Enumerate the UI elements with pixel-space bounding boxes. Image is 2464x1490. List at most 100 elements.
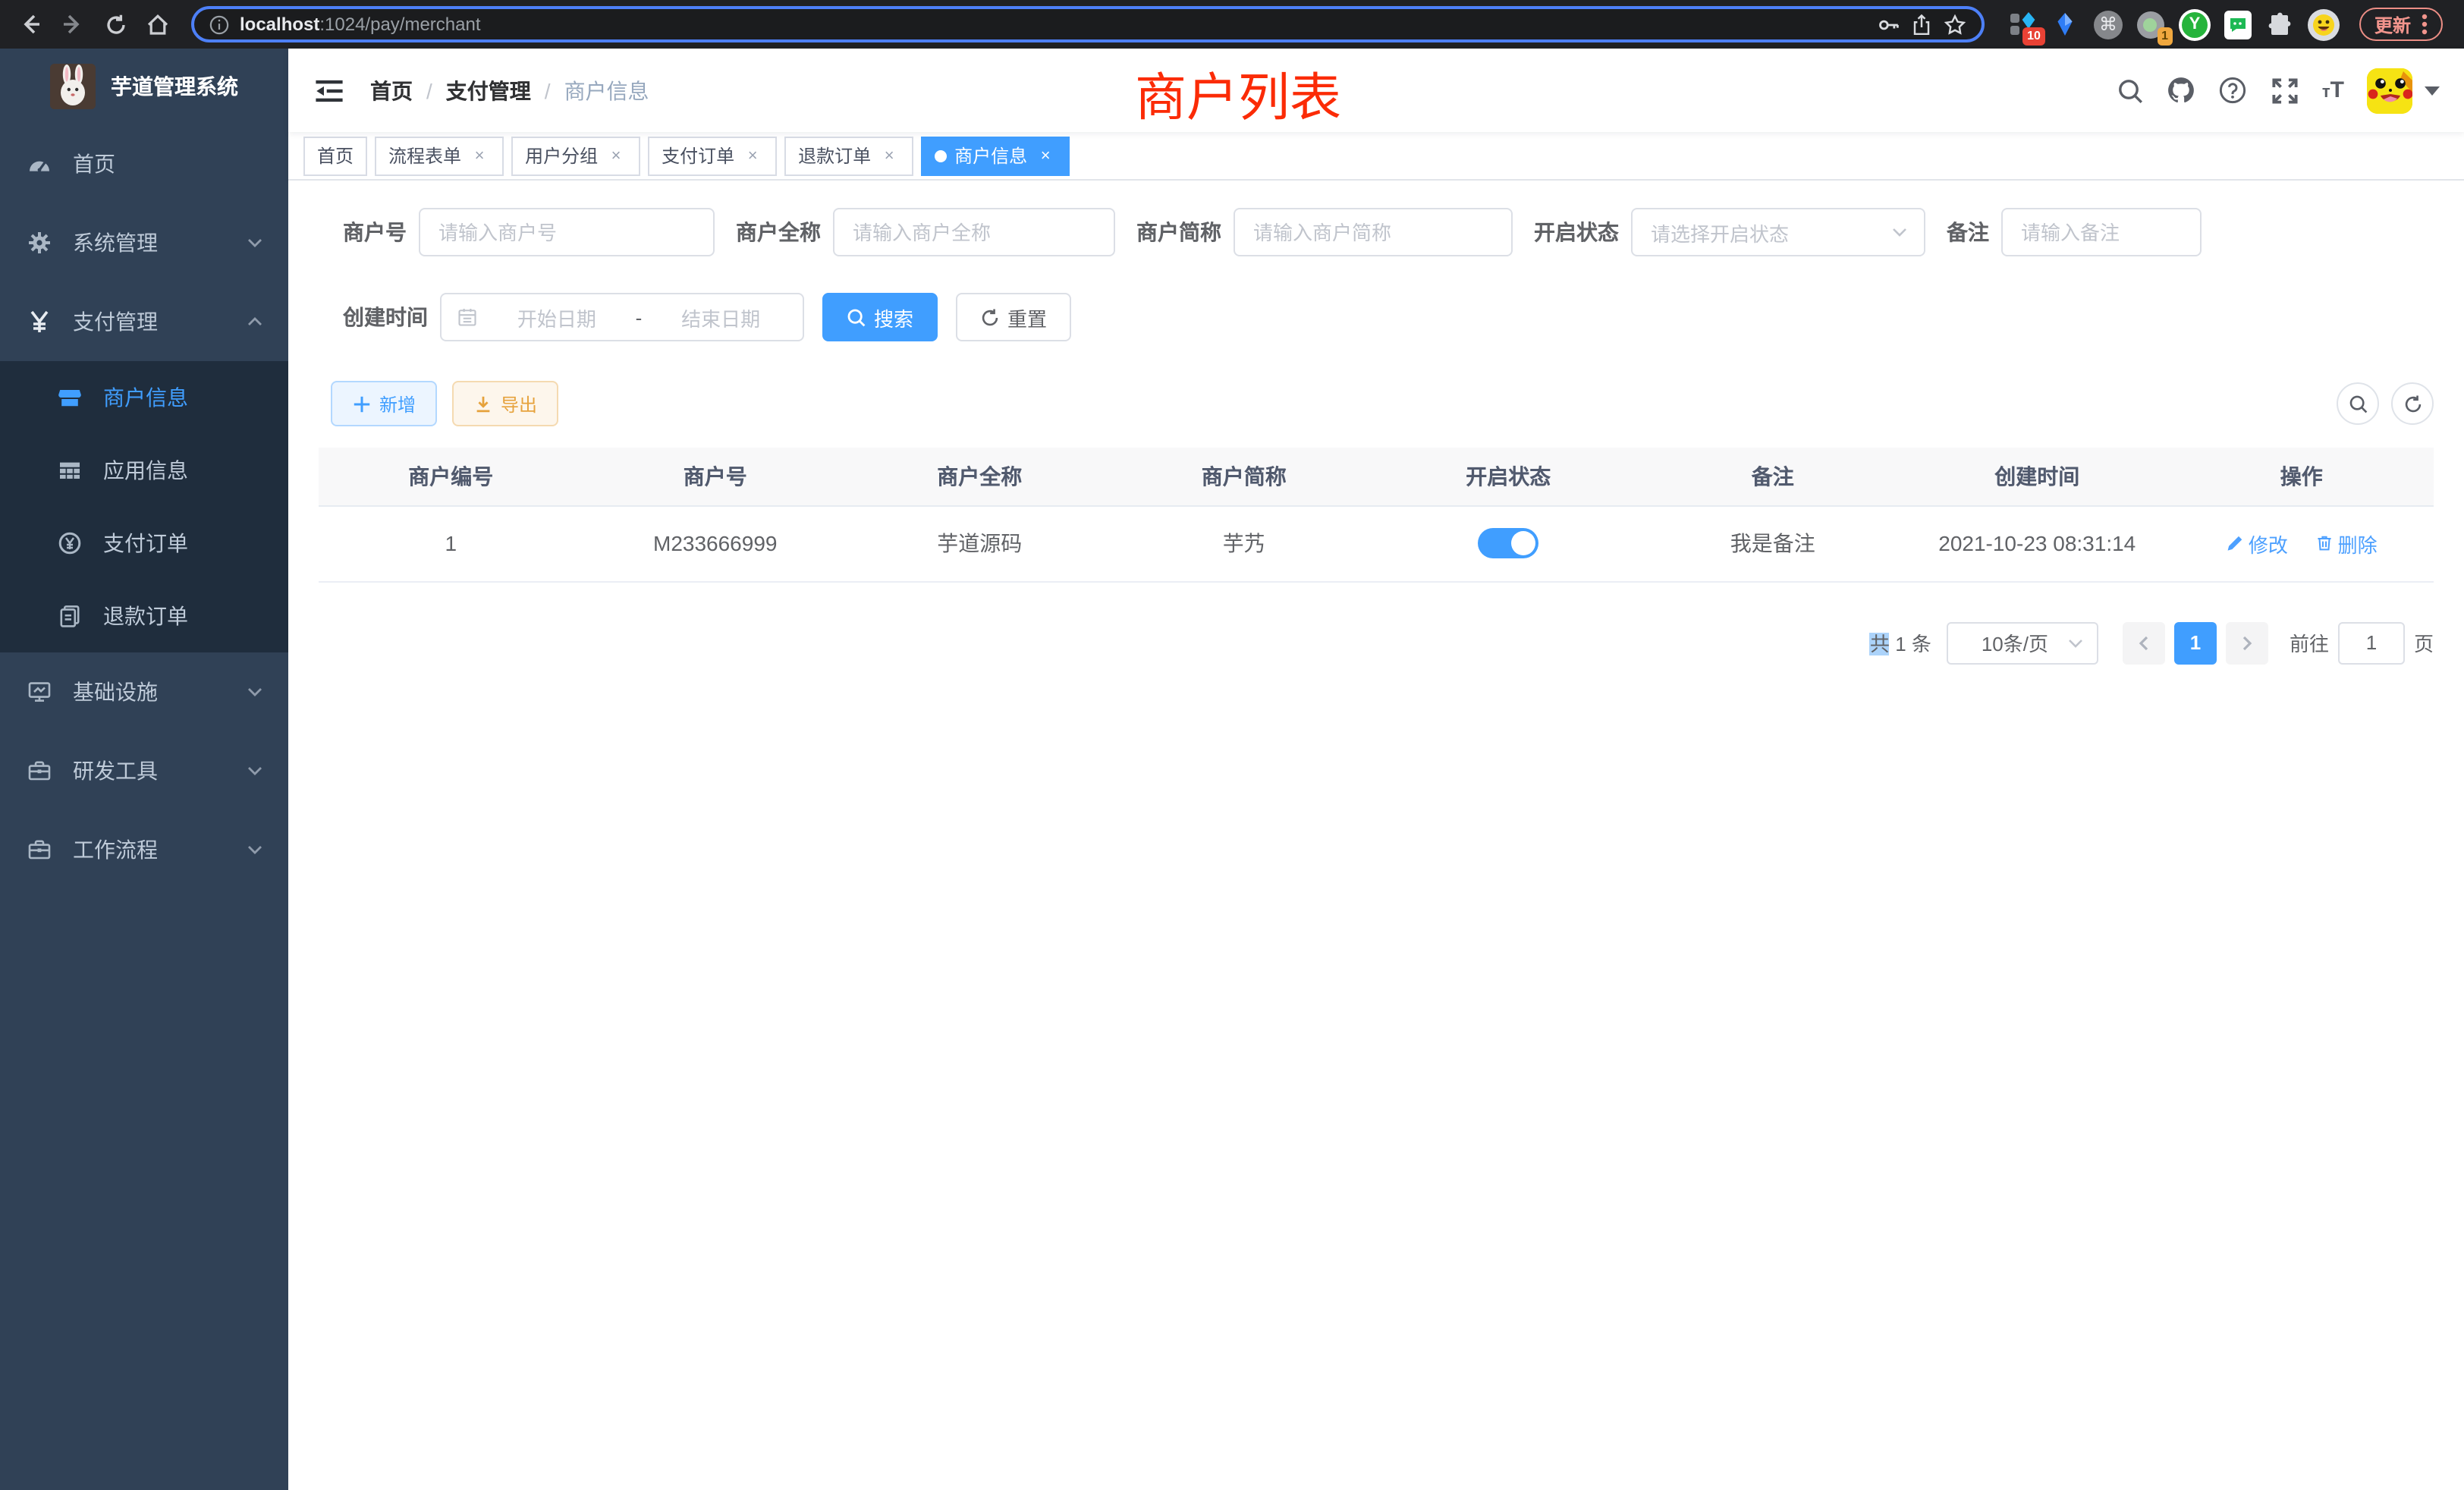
sidebar-item-label: 基础设施: [73, 677, 158, 707]
page-number-1[interactable]: 1: [2174, 621, 2217, 664]
app-logo[interactable]: 芋道管理系统: [0, 49, 288, 124]
date-range-picker[interactable]: 开始日期 - 结束日期: [440, 293, 804, 341]
sidebar-item-pay-orders[interactable]: 支付订单: [0, 507, 288, 580]
browser-update-button[interactable]: 更新: [2359, 8, 2443, 41]
filter-short-name: 商户简称: [1136, 208, 1513, 256]
tab-home[interactable]: 首页: [303, 136, 367, 175]
sidebar-item-label: 工作流程: [73, 835, 158, 865]
content: 商户号 商户全称 商户简称 开启状态 请选择开启状态: [288, 181, 2464, 1490]
header-search-icon[interactable]: [2116, 76, 2145, 105]
export-button[interactable]: 导出: [452, 381, 558, 426]
chevron-down-icon: [2066, 633, 2085, 652]
caret-down-icon: [2425, 86, 2440, 95]
search-button[interactable]: 搜索: [822, 293, 938, 341]
sidebar-item-dev-tools[interactable]: 研发工具: [0, 731, 288, 810]
tab-label: 流程表单: [388, 143, 461, 168]
user-menu[interactable]: [2367, 68, 2440, 113]
refresh-table-button[interactable]: [2391, 382, 2434, 425]
toggle-search-button[interactable]: [2337, 382, 2379, 425]
browser-home-button[interactable]: [140, 6, 176, 42]
sidebar-item-system[interactable]: 系统管理: [0, 203, 288, 282]
tab-pay-orders[interactable]: 支付订单 ×: [648, 136, 777, 175]
ext-kite-icon[interactable]: [2051, 10, 2080, 39]
merchant-no-input[interactable]: [419, 208, 715, 256]
edit-link[interactable]: 修改: [2226, 529, 2288, 558]
briefcase-icon: [27, 838, 52, 862]
close-icon[interactable]: ×: [1035, 145, 1056, 166]
sidebar-item-label: 退款订单: [103, 601, 188, 631]
delete-link[interactable]: 删除: [2315, 529, 2378, 558]
sidebar-item-app-info[interactable]: 应用信息: [0, 434, 288, 507]
sidebar-item-merchant-info[interactable]: 商户信息: [0, 361, 288, 434]
status-select[interactable]: 请选择开启状态: [1631, 208, 1925, 256]
tab-merchant-info[interactable]: 商户信息 ×: [921, 136, 1070, 175]
sidebar-item-infrastructure[interactable]: 基础设施: [0, 652, 288, 731]
field-label: 开启状态: [1534, 217, 1619, 247]
sidebar-item-home[interactable]: 首页: [0, 124, 288, 203]
site-info-icon[interactable]: [209, 14, 229, 34]
update-label: 更新: [2374, 11, 2411, 37]
filter-row-1: 商户号 商户全称 商户简称 开启状态 请选择开启状态: [319, 208, 2434, 256]
total-prefix: 共: [1870, 633, 1890, 655]
breadcrumb-payment[interactable]: 支付管理: [446, 75, 531, 105]
docs-question-icon[interactable]: [2219, 76, 2248, 105]
bookmark-star-icon[interactable]: [1944, 13, 1966, 36]
chevron-down-icon: [246, 234, 264, 252]
password-key-icon[interactable]: [1877, 13, 1900, 36]
browser-forward-button[interactable]: [55, 6, 91, 42]
sidebar-fold-icon[interactable]: [313, 74, 346, 107]
page-size-select[interactable]: 10条/页: [1947, 621, 2098, 664]
cell-merchant-no: M233666999: [583, 505, 848, 581]
fullscreen-icon[interactable]: [2271, 76, 2299, 105]
toolbar-right: [2337, 382, 2434, 425]
export-button-label: 导出: [501, 391, 537, 417]
browser-back-button[interactable]: [12, 6, 49, 42]
url-host: localhost: [240, 14, 319, 35]
ext-bookmark-manager-icon[interactable]: 10: [2009, 10, 2038, 39]
ext-y-green-icon[interactable]: Y: [2179, 8, 2211, 40]
address-bar[interactable]: localhost:1024/pay/merchant: [191, 6, 1985, 42]
tab-refund-orders[interactable]: 退款订单 ×: [784, 136, 913, 175]
close-icon[interactable]: ×: [605, 145, 627, 166]
add-button-label: 新增: [379, 391, 416, 417]
breadcrumb-home[interactable]: 首页: [370, 75, 413, 105]
status-toggle[interactable]: [1478, 528, 1538, 558]
gear-icon: [27, 231, 52, 255]
cell-actions: 修改 删除: [2170, 505, 2434, 581]
sidebar-item-workflow[interactable]: 工作流程: [0, 810, 288, 889]
tab-process-form[interactable]: 流程表单 ×: [375, 136, 504, 175]
navbar-actions: тT: [2116, 68, 2440, 113]
refund-doc-icon: [58, 604, 82, 628]
github-icon[interactable]: [2167, 76, 2196, 105]
short-name-input[interactable]: [1234, 208, 1513, 256]
ext-badge: 10: [2022, 27, 2045, 45]
close-icon[interactable]: ×: [742, 145, 763, 166]
ext-status-icon[interactable]: 1: [2136, 10, 2165, 39]
sidebar-item-refund-orders[interactable]: 退款订单: [0, 580, 288, 652]
filter-status: 开启状态 请选择开启状态: [1534, 208, 1925, 256]
page-jumper: 前往 页: [2290, 621, 2434, 664]
font-size-icon[interactable]: тT: [2322, 77, 2344, 103]
next-page-button[interactable]: [2226, 621, 2268, 664]
goto-page-input[interactable]: [2338, 621, 2405, 664]
col-status: 开启状态: [1376, 448, 1641, 505]
prev-page-button[interactable]: [2123, 621, 2165, 664]
browser-reload-button[interactable]: [97, 6, 134, 42]
pagination-total: 共 1 条: [1870, 628, 1931, 657]
remark-input[interactable]: [2001, 208, 2202, 256]
reset-button[interactable]: 重置: [956, 293, 1071, 341]
ext-command-icon[interactable]: ⌘: [2094, 10, 2123, 39]
add-button[interactable]: 新增: [331, 381, 437, 426]
chevron-down-icon: [246, 683, 264, 701]
full-name-input[interactable]: [833, 208, 1115, 256]
tab-user-group[interactable]: 用户分组 ×: [511, 136, 640, 175]
logo-avatar: [50, 64, 96, 109]
extensions-puzzle-icon[interactable]: [2265, 10, 2294, 39]
close-icon[interactable]: ×: [469, 145, 490, 166]
share-icon[interactable]: [1910, 13, 1933, 36]
close-icon[interactable]: ×: [878, 145, 900, 166]
sidebar-item-payment[interactable]: 支付管理: [0, 282, 288, 361]
chevron-down-icon: [1890, 223, 1909, 241]
profile-avatar-emoji[interactable]: [2308, 8, 2340, 40]
ext-chat-icon[interactable]: [2224, 10, 2252, 39]
